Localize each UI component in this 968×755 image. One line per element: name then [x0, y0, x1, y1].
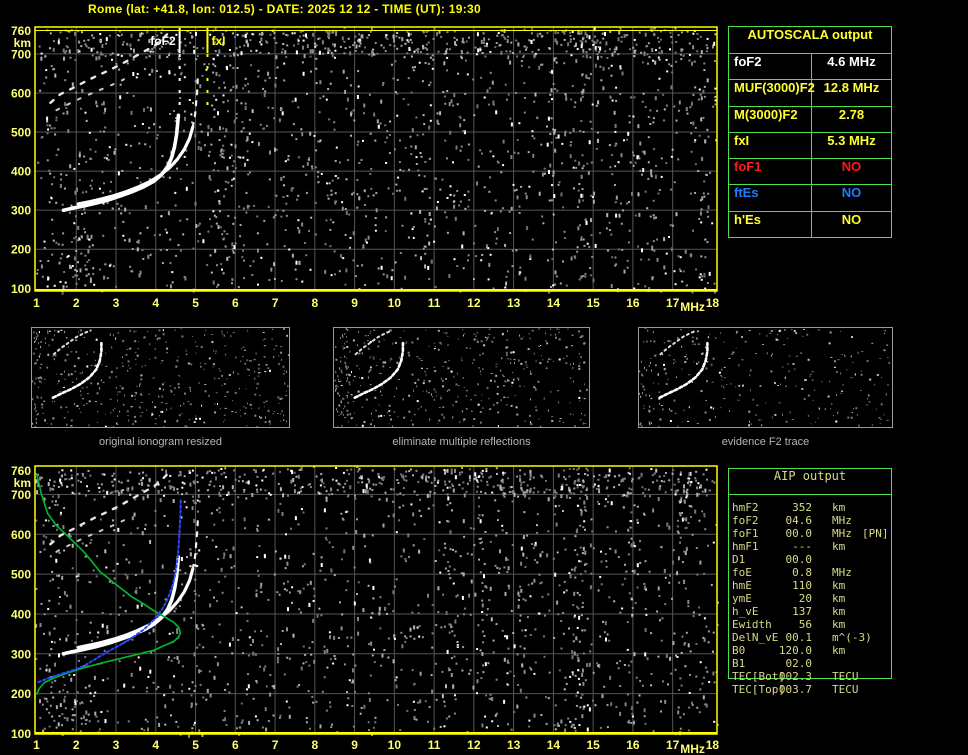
svg-text:1: 1 [33, 296, 40, 310]
table-row: hmF2 352 km [732, 501, 846, 514]
svg-text:7: 7 [272, 296, 279, 310]
svg-text:16: 16 [626, 296, 640, 310]
svg-text:15: 15 [586, 296, 600, 310]
panel-evidence-f2-trace [638, 327, 893, 428]
fxI-marker-label: fxI [211, 34, 225, 48]
svg-text:10: 10 [388, 296, 402, 310]
page-title: Rome (lat: +41.8, lon: 012.5) - DATE: 20… [88, 2, 481, 16]
svg-text:14: 14 [547, 296, 561, 310]
svg-text:2: 2 [73, 296, 80, 310]
table-row: DelN_vE 00.1 m^(-3) [732, 631, 872, 644]
table-row: D1 00.0 [732, 553, 812, 566]
table-row: Ewidth 56 km [732, 618, 846, 631]
table-row: foF2 04.6 MHz [732, 514, 852, 527]
autoscala-table-rows: foF2 4.6 MHz MUF(3000)F2 12.8 MHz M(3000)F2 2… [729, 54, 891, 238]
table-row: TEC[Bot] 002.3 TECU [732, 670, 859, 683]
svg-text:400: 400 [11, 165, 31, 179]
svg-text:12: 12 [467, 296, 481, 310]
table-row: TEC[Top] 003.7 TECU [732, 683, 859, 696]
table-row: B0 120.0 km [732, 644, 846, 657]
table-row: h'Es NO [729, 211, 891, 238]
svg-text:200: 200 [11, 243, 31, 257]
svg-text:4: 4 [152, 296, 159, 310]
panel-eliminate-reflections [333, 327, 590, 428]
svg-text:500: 500 [11, 126, 31, 140]
svg-text:5: 5 [192, 296, 199, 310]
panel-caption-evidence: evidence F2 trace [721, 436, 810, 448]
svg-text:9: 9 [351, 296, 358, 310]
svg-text:MHz: MHz [680, 300, 705, 314]
table-row: fxI 5.3 MHz [729, 132, 891, 160]
aip-table-rows: hmF2 352 km foF2 04.6 MHz foF1 00.0 MHz [PN] hmF1-… [728, 501, 890, 696]
autoscaled-ionogram-plot: foF2 fxI1 2 3 4 5 6 7 8 9 10 11 12 13 14 15 16 17 18MHz760… [11, 24, 720, 314]
table-row: hmE 110 km [732, 579, 846, 592]
svg-text:300: 300 [11, 204, 31, 218]
autoscala-screen: Rome (lat: +41.8, lon: 012.5) - DATE: 20… [0, 0, 968, 755]
svg-text:3: 3 [113, 296, 120, 310]
autoscala-table-header: AUTOSCALA output [729, 27, 891, 54]
table-row: h_vE 137 km [732, 605, 846, 618]
table-row: foE 0.8 MHz [732, 566, 852, 579]
foF2-marker-label: foF2 [150, 34, 176, 48]
table-row: foF1 NO [729, 159, 891, 186]
table-row: M(3000)F2 2.78 [729, 106, 891, 133]
svg-text:11: 11 [428, 296, 441, 310]
svg-text:km: km [14, 36, 31, 50]
panel-original-ionogram [31, 327, 290, 428]
svg-text:6: 6 [232, 296, 239, 310]
profile-ionogram-plot: 1 2 3 4 5 6 7 8 9 10 11 12 13 14 15 16 17 18MHz7607006005… [11, 464, 719, 755]
table-row: B1 02.0 [732, 657, 812, 670]
aip-table-header: AIP output [729, 469, 891, 495]
table-row: foF2 4.6 MHz [729, 54, 891, 81]
table-row: ftEs NO [729, 185, 891, 212]
panel-caption-eliminate: eliminate multiple reflections [392, 436, 531, 448]
panel-caption-original: original ionogram resized [99, 436, 222, 448]
table-row: MUF(3000)F2 12.8 MHz [729, 80, 891, 107]
svg-text:8: 8 [311, 296, 318, 310]
table-row: foF1 00.0 MHz [PN] [732, 527, 889, 540]
svg-text:600: 600 [11, 86, 31, 100]
table-row: hmF1 --- km [732, 540, 846, 553]
svg-text:17: 17 [666, 296, 680, 310]
autoscala-output-table: AUTOSCALA output foF2 4.6 MHz MUF(3000)F2 1… [728, 26, 892, 239]
svg-text:100: 100 [11, 282, 31, 296]
svg-text:18: 18 [706, 296, 720, 310]
table-row: ymE 20 km [732, 592, 846, 605]
svg-text:13: 13 [507, 296, 521, 310]
